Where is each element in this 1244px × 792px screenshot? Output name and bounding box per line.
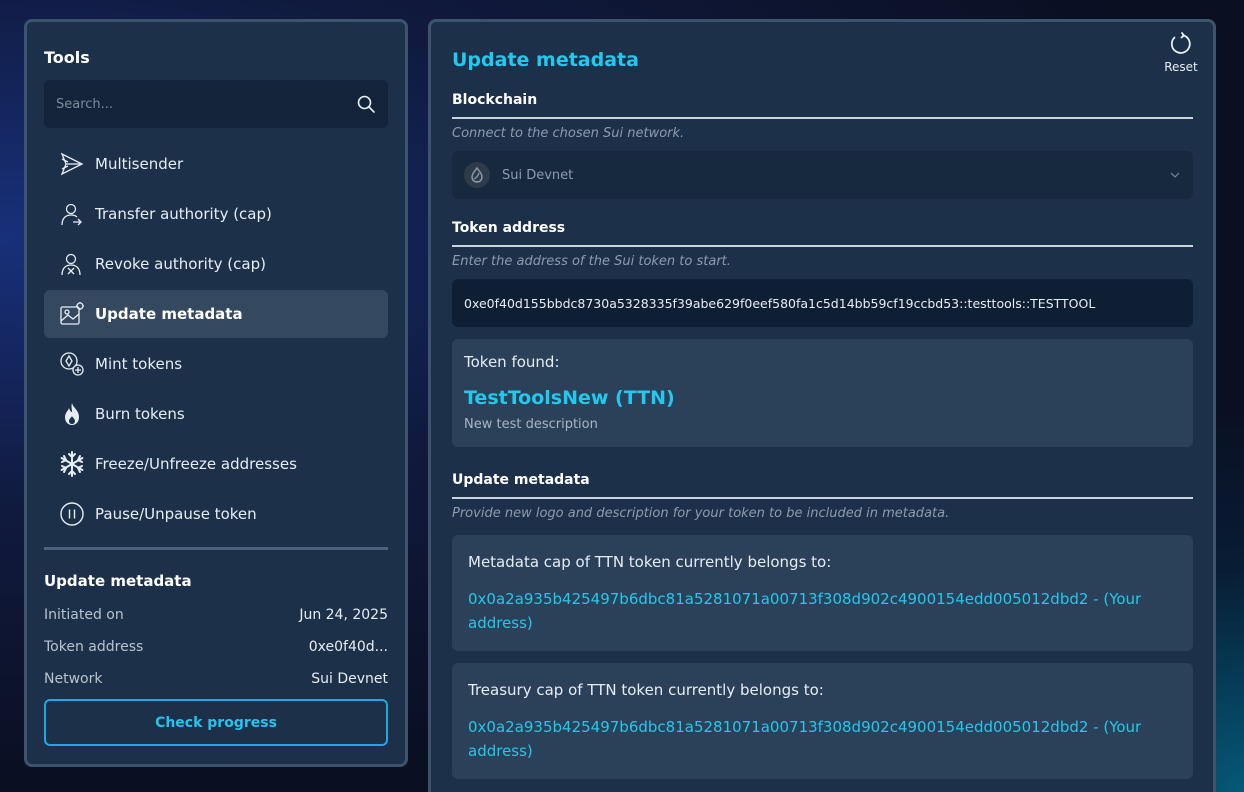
treasury-cap-owner: 0x0a2a935b425497b6dbc81a5281071a00713f30… — [468, 718, 1142, 760]
token-description: New test description — [464, 417, 598, 432]
treasury-cap-label: Treasury cap of TTN token currently belo… — [468, 681, 824, 699]
summary-key: Token address — [44, 639, 144, 655]
send-icon — [58, 150, 86, 178]
summary-title: Update metadata — [44, 572, 192, 590]
sidebar-item-label: Transfer authority (cap) — [95, 205, 272, 223]
image-edit-icon — [58, 300, 86, 328]
summary-key: Network — [44, 671, 103, 687]
blockchain-heading: Blockchain — [452, 92, 538, 108]
sui-logo-icon — [464, 162, 490, 188]
sidebar-item-multisender[interactable]: Multisender — [44, 140, 388, 188]
sidebar-item-burn-tokens[interactable]: Burn tokens — [44, 390, 388, 438]
page-title: Update metadata — [452, 49, 639, 71]
summary-row-token-address: Token address 0xe0f40d... — [44, 639, 388, 655]
tools-sidebar: Tools Multisender Transfer authority (ca… — [24, 19, 408, 767]
search-icon[interactable] — [356, 94, 376, 114]
reset-button[interactable]: Reset — [1161, 32, 1201, 74]
sidebar-item-revoke-authority[interactable]: Revoke authority (cap) — [44, 240, 388, 288]
summary-value: 0xe0f40d... — [308, 639, 388, 655]
treasury-cap-card: Treasury cap of TTN token currently belo… — [452, 663, 1193, 779]
token-address-input[interactable] — [452, 279, 1193, 327]
sidebar-item-label: Revoke authority (cap) — [95, 255, 266, 273]
section-divider — [452, 245, 1193, 247]
search-input[interactable] — [56, 96, 356, 112]
summary-row-initiated: Initiated on Jun 24, 2025 — [44, 607, 388, 623]
snowflake-icon — [58, 450, 86, 478]
token-name: TestToolsNew (TTN) — [464, 387, 675, 409]
sidebar-item-label: Mint tokens — [95, 355, 183, 373]
summary-row-network: Network Sui Devnet — [44, 671, 388, 687]
chevron-down-icon — [1169, 166, 1181, 185]
reset-label: Reset — [1164, 60, 1198, 74]
token-address-heading: Token address — [452, 220, 566, 236]
network-selected-value: Sui Devnet — [502, 167, 574, 183]
update-metadata-hint: Provide new logo and description for you… — [452, 506, 950, 521]
section-divider — [452, 117, 1193, 119]
token-found-card: Token found: TestToolsNew (TTN) New test… — [452, 339, 1193, 447]
section-divider — [452, 497, 1193, 499]
sidebar-item-label: Multisender — [95, 155, 184, 173]
coin-add-icon — [58, 350, 86, 378]
user-revoke-icon — [58, 250, 86, 278]
update-metadata-heading: Update metadata — [452, 472, 590, 488]
metadata-cap-label: Metadata cap of TTN token currently belo… — [468, 553, 832, 571]
sidebar-item-label: Freeze/Unfreeze addresses — [95, 455, 297, 473]
summary-value: Sui Devnet — [311, 671, 388, 687]
blockchain-hint: Connect to the chosen Sui network. — [452, 126, 685, 141]
sidebar-item-label: Burn tokens — [95, 405, 185, 423]
sidebar-item-update-metadata[interactable]: Update metadata — [44, 290, 388, 338]
metadata-cap-card: Metadata cap of TTN token currently belo… — [452, 535, 1193, 651]
pause-icon — [58, 500, 86, 528]
metadata-cap-owner: 0x0a2a935b425497b6dbc81a5281071a00713f30… — [468, 590, 1142, 632]
network-select[interactable]: Sui Devnet — [452, 151, 1193, 199]
sidebar-item-label: Pause/Unpause token — [95, 505, 257, 523]
reset-icon — [1169, 32, 1193, 60]
main-panel: Update metadata Reset Blockchain Connect… — [428, 19, 1216, 792]
summary-value: Jun 24, 2025 — [299, 607, 388, 623]
search-box — [44, 80, 388, 128]
sidebar-divider — [44, 547, 388, 550]
sidebar-item-mint-tokens[interactable]: Mint tokens — [44, 340, 388, 388]
flame-icon — [58, 400, 86, 428]
summary-key: Initiated on — [44, 607, 124, 623]
tools-menu: Multisender Transfer authority (cap) Rev… — [44, 140, 388, 540]
check-progress-button[interactable]: Check progress — [44, 699, 388, 746]
sidebar-item-pause-token[interactable]: Pause/Unpause token — [44, 490, 388, 538]
sidebar-item-freeze-addresses[interactable]: Freeze/Unfreeze addresses — [44, 440, 388, 488]
user-transfer-icon — [58, 200, 86, 228]
token-found-label: Token found: — [464, 353, 560, 371]
sidebar-title: Tools — [44, 48, 90, 67]
sidebar-item-label: Update metadata — [95, 305, 243, 323]
token-address-hint: Enter the address of the Sui token to st… — [452, 254, 731, 269]
sidebar-item-transfer-authority[interactable]: Transfer authority (cap) — [44, 190, 388, 238]
